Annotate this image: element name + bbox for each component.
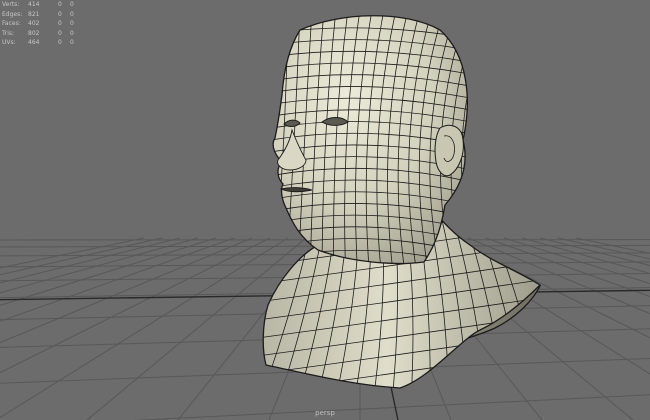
hud-row-edges: Edges: 821 0 0 (2, 10, 74, 18)
hud-row-tris: Tris: 802 0 0 (2, 29, 74, 37)
perspective-viewport[interactable]: Verts: 414 0 0 Edges: 821 0 0 Faces: 402… (0, 0, 650, 420)
grid-line (0, 237, 163, 276)
hud-row-uvs: UVs: 464 0 0 (2, 39, 74, 47)
poly-count-hud: Verts: 414 0 0 Edges: 821 0 0 Faces: 402… (2, 0, 82, 48)
scene (0, 15, 650, 420)
hud-row-faces: Faces: 402 0 0 (2, 20, 74, 28)
hud-row-verts: Verts: 414 0 0 (2, 1, 74, 8)
camera-name-label: persp (315, 409, 335, 417)
